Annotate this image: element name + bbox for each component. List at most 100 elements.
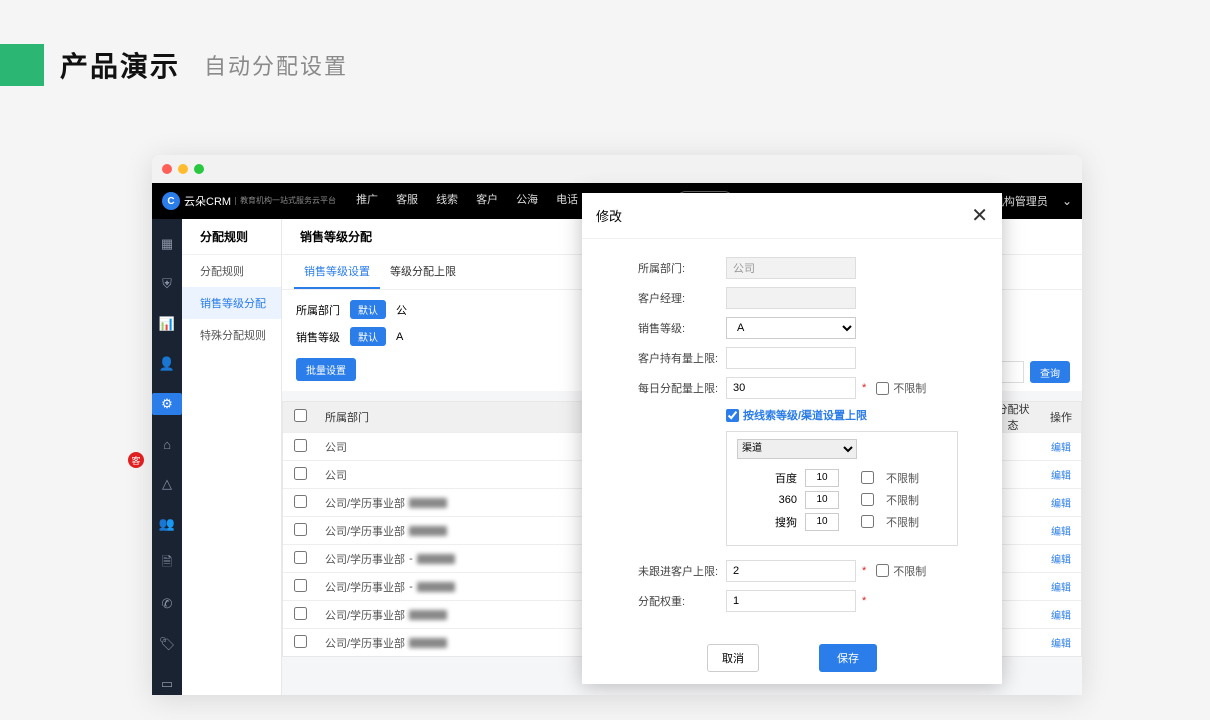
side-icon-home[interactable]: ⌂ — [152, 433, 182, 455]
side-icon-doc[interactable]: 🗎 — [152, 553, 182, 575]
redacted — [417, 582, 455, 592]
row-checkbox[interactable] — [294, 635, 307, 648]
edit-link[interactable]: 编辑 — [1041, 551, 1081, 566]
search-button[interactable]: 查询 — [1030, 361, 1070, 383]
modal-body: 所属部门: 客户经理: 销售等级:A 客户持有量上限: 每日分配量上限:*不限制… — [582, 239, 1002, 632]
ch-check-2[interactable] — [861, 515, 874, 528]
app-body: ▦ ⛨ 📊 👤 ⚙ ⌂ △ 👥 🗎 ✆ 🏷 ▭ 分配规则 分配规则 销售等级分配… — [152, 219, 1082, 695]
input-unfollow[interactable] — [726, 560, 856, 582]
row-checkbox[interactable] — [294, 579, 307, 592]
input-daily-limit[interactable] — [726, 377, 856, 399]
left-item-special[interactable]: 特殊分配规则 — [182, 319, 281, 351]
edit-modal: 修改 ✕ 所属部门: 客户经理: 销售等级:A 客户持有量上限: 每日分配量上限… — [582, 193, 1002, 684]
check-by-channel[interactable] — [726, 409, 739, 422]
side-icon-call[interactable]: ✆ — [152, 593, 182, 615]
nav-customers[interactable]: 客户 — [476, 191, 498, 212]
cancel-button[interactable]: 取消 — [707, 644, 759, 672]
filter-level-value[interactable]: A — [396, 331, 403, 343]
input-weight[interactable] — [726, 590, 856, 612]
td-dept: 公司/学历事业部 — [325, 635, 405, 651]
modal-title: 修改 — [596, 206, 622, 225]
ch-check-0[interactable] — [861, 471, 874, 484]
maximize-dot[interactable] — [194, 164, 204, 174]
th-checkbox — [283, 409, 317, 425]
edit-link[interactable]: 编辑 — [1041, 607, 1081, 622]
edit-link[interactable]: 编辑 — [1041, 439, 1081, 454]
edit-link[interactable]: 编辑 — [1041, 635, 1081, 650]
row-checkbox[interactable] — [294, 551, 307, 564]
left-item-rules[interactable]: 分配规则 — [182, 255, 281, 287]
td-dept: 公司/学历事业部 — [325, 523, 405, 539]
side-icon-card[interactable]: ▭ — [152, 673, 182, 695]
nav-service[interactable]: 客服 — [396, 191, 418, 212]
redacted — [409, 638, 447, 648]
lbl-manager: 客户经理: — [638, 290, 726, 306]
modal-footer: 取消 保存 — [582, 632, 1002, 684]
close-dot[interactable] — [162, 164, 172, 174]
ch-name-1: 360 — [737, 494, 797, 506]
td-dept: 公司/学历事业部 — [325, 579, 405, 595]
close-icon[interactable]: ✕ — [971, 203, 988, 228]
filter-level-default[interactable]: 默认 — [350, 327, 386, 346]
select-all-checkbox[interactable] — [294, 409, 307, 422]
edit-link[interactable]: 编辑 — [1041, 523, 1081, 538]
nav-phone[interactable]: 电话 — [556, 191, 578, 212]
side-icon-tag[interactable]: 🏷 — [152, 633, 182, 655]
browser-window: C 云朵CRM 教育机构一站式服务云平台 推广 客服 线索 客户 公海 电话 报… — [152, 155, 1082, 695]
save-button[interactable]: 保存 — [819, 644, 877, 672]
row-checkbox[interactable] — [294, 523, 307, 536]
logo-sub: 教育机构一站式服务云平台 — [235, 197, 336, 205]
side-icon-dashboard[interactable]: ▦ — [152, 233, 182, 255]
required-star: * — [862, 382, 866, 394]
content-area: 销售等级分配 销售等级设置 等级分配上限 所属部门 默认 公 销售等级 默认 A… — [282, 219, 1082, 695]
tab-level-limit[interactable]: 等级分配上限 — [380, 255, 466, 289]
row-checkbox[interactable] — [294, 467, 307, 480]
ch-input-2[interactable] — [805, 513, 839, 531]
side-icon-user[interactable]: 👤 — [152, 353, 182, 375]
floating-badge[interactable]: 客 — [128, 452, 144, 468]
side-icon-chart[interactable]: 📊 — [152, 313, 182, 335]
left-panel: 分配规则 分配规则 销售等级分配 特殊分配规则 — [182, 219, 282, 695]
logo-mark: C — [162, 192, 180, 210]
row-checkbox[interactable] — [294, 495, 307, 508]
side-icon-warn[interactable]: △ — [152, 473, 182, 495]
left-item-sales-level[interactable]: 销售等级分配 — [182, 287, 281, 319]
side-icon-shield[interactable]: ⛨ — [152, 273, 182, 295]
batch-button[interactable]: 批量设置 — [296, 358, 356, 381]
input-hold-limit[interactable] — [726, 347, 856, 369]
td-dept: 公司/学历事业部 — [325, 551, 405, 567]
logo-text: 云朵CRM — [184, 193, 231, 209]
nav-promo[interactable]: 推广 — [356, 191, 378, 212]
ch-name-0: 百度 — [737, 470, 797, 486]
nav-leads[interactable]: 线索 — [436, 191, 458, 212]
filter-dept-default[interactable]: 默认 — [350, 300, 386, 319]
side-icon-settings[interactable]: ⚙ — [152, 393, 182, 415]
row-checkbox[interactable] — [294, 607, 307, 620]
check-daily-nolimit[interactable] — [876, 382, 889, 395]
logo[interactable]: C 云朵CRM 教育机构一站式服务云平台 — [162, 192, 336, 210]
lbl-level: 销售等级: — [638, 320, 726, 336]
modal-header: 修改 ✕ — [582, 193, 1002, 239]
td-dept: 公司/学历事业部 — [325, 495, 405, 511]
left-panel-title: 分配规则 — [182, 219, 281, 255]
edit-link[interactable]: 编辑 — [1041, 467, 1081, 482]
select-channel[interactable]: 渠道 — [737, 439, 857, 459]
side-icon-group[interactable]: 👥 — [152, 513, 182, 535]
edit-link[interactable]: 编辑 — [1041, 495, 1081, 510]
ch-check-1[interactable] — [861, 493, 874, 506]
minimize-dot[interactable] — [178, 164, 188, 174]
accent-bar — [0, 44, 44, 86]
row-checkbox[interactable] — [294, 439, 307, 452]
filter-dept-value[interactable]: 公 — [396, 302, 407, 318]
check-unfollow-nolimit[interactable] — [876, 564, 889, 577]
select-level[interactable]: A — [726, 317, 856, 339]
lbl-hold: 客户持有量上限: — [638, 350, 726, 366]
td-dept: 公司/学历事业部 — [325, 607, 405, 623]
nav-public[interactable]: 公海 — [516, 191, 538, 212]
ch-input-1[interactable] — [805, 491, 839, 509]
lbl-nolimit: 不限制 — [893, 380, 926, 396]
edit-link[interactable]: 编辑 — [1041, 579, 1081, 594]
chevron-down-icon[interactable]: ⌄ — [1062, 194, 1072, 208]
ch-input-0[interactable] — [805, 469, 839, 487]
tab-level-setting[interactable]: 销售等级设置 — [294, 255, 380, 289]
